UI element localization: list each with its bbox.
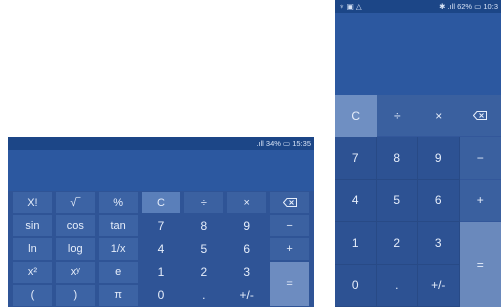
key-cos-button[interactable]: cos (55, 215, 95, 237)
key-0-button[interactable]: 0 (141, 284, 181, 306)
key-7-button[interactable]: 7 (141, 215, 181, 237)
key-e-button[interactable]: e (98, 261, 138, 283)
signal-icon: .ıll (447, 2, 456, 11)
status-bar: ♆ ▣ △ ✱ .ıll 62% ▭ 10:3 (335, 0, 501, 13)
status-time: 10:3 (483, 2, 498, 11)
bluetooth-icon: ✱ (439, 2, 446, 11)
status-time: 15:35 (292, 139, 311, 148)
key-open-paren-button[interactable]: ( (13, 284, 52, 306)
key-1-button[interactable]: 1 (141, 261, 181, 283)
key-7-button[interactable]: 7 (335, 137, 377, 180)
key-4-button[interactable]: 4 (141, 238, 181, 260)
backspace-button[interactable] (270, 192, 309, 214)
key-log-button[interactable]: log (55, 238, 95, 260)
key-8-button[interactable]: 8 (184, 215, 224, 237)
battery-icon: ▭ (283, 139, 291, 148)
key-9-button[interactable]: 9 (227, 215, 267, 237)
key-clear-button[interactable]: C (335, 95, 377, 138)
key-reciprocal-button[interactable]: 1/x (98, 238, 138, 260)
key-equals-button[interactable]: = (459, 222, 501, 307)
key-equals-button[interactable]: = (270, 261, 309, 306)
key-multiply-button[interactable]: × (418, 95, 460, 138)
backspace-icon (282, 198, 297, 208)
key-9-button[interactable]: 9 (418, 137, 460, 180)
key-2-button[interactable]: 2 (184, 261, 224, 283)
battery-icon: ▭ (474, 2, 482, 11)
key-8-button[interactable]: 8 (376, 137, 418, 180)
key-plus-minus-button[interactable]: +/- (418, 264, 460, 307)
key-plus-button[interactable]: + (270, 238, 309, 260)
status-bar: .ıll 34% ▭ 15:35 (8, 137, 314, 150)
key-factorial-button[interactable]: X! (13, 192, 52, 214)
key-1-button[interactable]: 1 (335, 222, 377, 265)
keypad: X! √‾% C ÷ × sin cos tan 7 8 9− ln log 1/x 4 5 6 + x² xʸ e 1 2… (8, 191, 314, 307)
key-decimal-button[interactable]: . (376, 264, 418, 307)
key-divide-button[interactable]: ÷ (376, 95, 418, 138)
key-plus-minus-button[interactable]: +/- (227, 284, 267, 306)
key-divide-button[interactable]: ÷ (184, 192, 224, 214)
key-sqrt-button[interactable]: √‾ (55, 192, 95, 214)
calculator-display (335, 13, 501, 95)
key-4-button[interactable]: 4 (335, 179, 377, 223)
key-6-button[interactable]: 6 (418, 179, 460, 223)
backspace-icon (473, 111, 488, 121)
key-0-button[interactable]: 0 (335, 264, 377, 307)
key-percent-button[interactable]: % (98, 192, 138, 214)
key-ln-button[interactable]: ln (13, 238, 52, 260)
key-clear-button[interactable]: C (141, 192, 181, 214)
status-right: .ıll 34% ▭ 15:35 (256, 137, 311, 150)
backspace-button[interactable] (459, 95, 501, 138)
key-decimal-button[interactable]: . (184, 284, 224, 306)
key-3-button[interactable]: 3 (227, 261, 267, 283)
key-minus-button[interactable]: − (459, 137, 501, 180)
key-tan-button[interactable]: tan (98, 215, 138, 237)
battery-percent: 34% (265, 139, 281, 148)
key-2-button[interactable]: 2 (376, 222, 418, 265)
notification-icons: ♆ ▣ △ (339, 2, 362, 11)
key-multiply-button[interactable]: × (227, 192, 267, 214)
key-close-paren-button[interactable]: ) (55, 284, 95, 306)
status-right: ✱ .ıll 62% ▭ 10:3 (439, 0, 498, 13)
key-minus-button[interactable]: − (270, 215, 309, 237)
keypad: C ÷ × 7 8 9− 4 5 6 +1 2 3 = 0. +/- (335, 95, 501, 307)
key-5-button[interactable]: 5 (376, 179, 418, 223)
key-power-button[interactable]: xʸ (55, 261, 95, 283)
calculator-portrait: ♆ ▣ △ ✱ .ıll 62% ▭ 10:3 C ÷ × 7 8 9− 4 5 6 +1 2 3 = 0… (335, 0, 501, 307)
key-plus-button[interactable]: + (459, 179, 501, 223)
key-5-button[interactable]: 5 (184, 238, 224, 260)
key-square-button[interactable]: x² (13, 261, 52, 283)
key-pi-button[interactable]: π (98, 284, 138, 306)
key-sin-button[interactable]: sin (13, 215, 52, 237)
signal-icon: .ıll (256, 139, 264, 148)
calculator-landscape: .ıll 34% ▭ 15:35 X! √‾% C ÷ × sin cos tan 7 8 9− ln… (8, 137, 314, 307)
key-6-button[interactable]: 6 (227, 238, 267, 260)
calculator-display (8, 150, 314, 191)
battery-percent: 62% (457, 2, 473, 11)
key-3-button[interactable]: 3 (418, 222, 460, 265)
